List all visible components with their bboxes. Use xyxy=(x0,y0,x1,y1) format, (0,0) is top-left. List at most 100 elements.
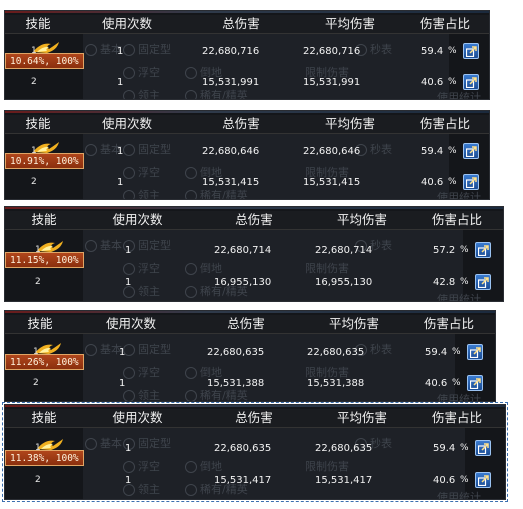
percent-sign: % xyxy=(448,46,457,57)
table-row: 2 1 15,531,417 15,531,417 40.6% xyxy=(5,472,505,492)
export-button[interactable] xyxy=(475,439,491,456)
table-row: 1 1 22,680,716 22,680,716 59.4% xyxy=(5,43,489,63)
avg-damage-value: 15,531,388 xyxy=(307,378,365,390)
percent-sign: % xyxy=(460,475,469,486)
skill-index: 2 xyxy=(35,475,41,486)
col-avg-damage-header: 平均伤害 xyxy=(328,316,379,331)
export-icon xyxy=(470,378,481,390)
damage-stats-panel: 基本 固定型 浮空 倒地 领主 稀有/精英 秒表 限制伤害 使用统计 技能 使用次数 总伤害 平均伤害伤… xyxy=(4,110,490,200)
export-icon xyxy=(478,442,489,454)
col-uses-header: 使用次数 xyxy=(105,316,156,331)
percent-sign: % xyxy=(448,77,457,87)
col-avg-damage-header: 平均伤害 xyxy=(336,410,387,425)
avg-damage-value: 22,680,646 xyxy=(303,146,361,158)
table-header: 技能 使用次数 总伤害 平均伤害 伤害占比 xyxy=(5,315,495,334)
skill-index: 1 xyxy=(35,244,41,255)
percent-sign: % xyxy=(460,442,469,453)
total-damage-value: 15,531,388 xyxy=(207,378,265,390)
total-damage-value: 15,531,991 xyxy=(202,77,260,88)
uses-count: 1 xyxy=(125,244,132,256)
damage-share-value: 59.4 xyxy=(433,442,456,454)
damage-stats-panel: 基本 固定型 浮空 倒地 领主 稀有/精英 秒表 限制伤害 使用统计 技能 使用次数 总伤害 平均伤害伤… xyxy=(4,10,490,100)
export-icon xyxy=(478,244,489,256)
ghost-label: 倒地 xyxy=(200,460,222,473)
table-row: 2 1 15,531,388 15,531,388 40.6% xyxy=(5,375,495,395)
export-icon xyxy=(466,77,477,88)
col-share-header: 伤害占比 xyxy=(423,316,474,331)
uses-count: 1 xyxy=(117,77,124,88)
col-share-header: 伤害占比 xyxy=(431,410,482,425)
skill-index: 1 xyxy=(35,442,41,453)
export-icon xyxy=(466,46,477,58)
col-avg-damage-header: 平均伤害 xyxy=(336,212,387,227)
table-header: 技能 使用次数 总伤害 平均伤害 伤害占比 xyxy=(5,211,503,230)
table-row: 1 1 22,680,635 22,680,635 59.4% xyxy=(5,344,495,364)
col-total-damage-header: 总伤害 xyxy=(235,410,273,425)
col-total-damage-header: 总伤害 xyxy=(227,316,265,331)
col-uses-header: 使用次数 xyxy=(101,16,152,31)
total-damage-value: 22,680,635 xyxy=(207,347,265,359)
col-skill-header: 技能 xyxy=(27,316,53,331)
ghost-label: 浮空 xyxy=(138,460,160,473)
col-avg-damage-header: 平均伤害 xyxy=(324,16,375,31)
export-button[interactable] xyxy=(463,74,479,90)
export-button[interactable] xyxy=(463,143,479,160)
uses-count: 1 xyxy=(125,475,132,487)
export-button[interactable] xyxy=(475,472,491,489)
avg-damage-value: 22,680,714 xyxy=(315,244,373,256)
radio-icon xyxy=(185,263,197,275)
uses-count: 1 xyxy=(117,46,124,58)
ghost-label: 限制伤害 xyxy=(305,262,349,275)
col-skill-header: 技能 xyxy=(31,410,57,425)
damage-share-value: 42.8 xyxy=(433,277,456,289)
skill-index: 1 xyxy=(31,146,37,157)
percent-sign: % xyxy=(448,146,457,157)
col-skill-header: 技能 xyxy=(25,116,51,131)
skill-index: 2 xyxy=(33,378,39,389)
col-total-damage-header: 总伤害 xyxy=(222,16,260,31)
table-header: 技能 使用次数 总伤害 平均伤害 伤害占比 xyxy=(5,15,489,34)
uses-count: 1 xyxy=(119,378,126,390)
table-row: 1 1 22,680,714 22,680,714 57.2% xyxy=(5,241,503,262)
uses-count: 1 xyxy=(117,177,124,188)
radio-icon xyxy=(123,461,135,473)
col-skill-header: 技能 xyxy=(25,16,51,31)
damage-share-value: 59.4 xyxy=(421,46,444,58)
export-button[interactable] xyxy=(463,174,479,190)
damage-stats-panel: 基本 固定型 浮空 倒地 领主 稀有/精英 秒表 限制伤害 使用统计 技能 使用次数 总伤害 平均伤害伤… xyxy=(2,402,508,502)
col-share-header: 伤害占比 xyxy=(431,212,482,227)
table-row: 2 1 15,531,991 15,531,991 40.6% xyxy=(5,74,489,94)
total-damage-value: 22,680,646 xyxy=(202,146,260,158)
avg-damage-value: 22,680,716 xyxy=(303,46,361,58)
col-avg-damage-header: 平均伤害 xyxy=(324,116,375,131)
ghost-label: 倒地 xyxy=(200,262,222,275)
export-button[interactable] xyxy=(467,344,483,361)
avg-damage-value: 16,955,130 xyxy=(315,277,373,289)
damage-share-value: 40.6 xyxy=(433,475,456,487)
export-icon xyxy=(478,277,489,289)
export-icon xyxy=(466,146,477,158)
skill-index: 1 xyxy=(33,347,39,358)
export-button[interactable] xyxy=(475,241,491,258)
skill-index: 1 xyxy=(31,46,37,57)
damage-share-value: 59.4 xyxy=(421,146,444,158)
table-row: 2 1 15,531,415 15,531,415 40.6% xyxy=(5,174,489,194)
table-header: 技能 使用次数 总伤害 平均伤害 伤害占比 xyxy=(5,409,505,428)
total-damage-value: 16,955,130 xyxy=(214,277,272,289)
export-button[interactable] xyxy=(475,274,491,291)
percent-sign: % xyxy=(452,378,461,389)
export-button[interactable] xyxy=(463,43,479,60)
col-share-header: 伤害占比 xyxy=(419,116,470,131)
export-button[interactable] xyxy=(467,375,483,392)
avg-damage-value: 15,531,415 xyxy=(303,177,361,188)
skill-index: 2 xyxy=(35,277,41,288)
table-row: 1 1 22,680,635 22,680,635 59.4% xyxy=(5,439,505,460)
export-icon xyxy=(478,475,489,487)
total-damage-value: 22,680,716 xyxy=(202,46,260,58)
damage-stats-panel: 基本 固定型 浮空 倒地 领主 稀有/精英 秒表 限制伤害 使用统计 技能 使用次数 总伤害 平均伤害伤… xyxy=(4,206,504,302)
radio-icon xyxy=(123,263,135,275)
percent-sign: % xyxy=(452,347,461,358)
percent-sign: % xyxy=(448,177,457,187)
damage-share-value: 40.6 xyxy=(425,378,448,390)
avg-damage-value: 15,531,417 xyxy=(315,475,373,487)
